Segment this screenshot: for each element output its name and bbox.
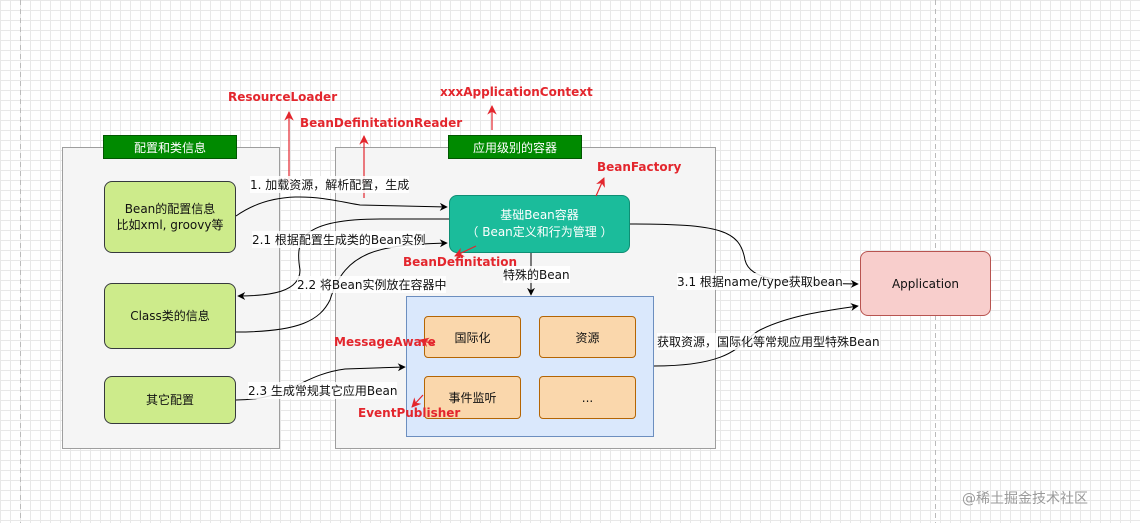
annotation-event-publisher: EventPublisher — [358, 406, 461, 420]
annotation-resource-loader: ResourceLoader — [228, 90, 338, 104]
arrow-bean-factory — [595, 177, 605, 197]
label-load-resource: 1. 加载资源，解析配置，生成 — [250, 176, 410, 193]
watermark: @稀土掘金技术社区 — [962, 491, 1088, 507]
label-gen-instance: 2.1 根据配置生成类的Bean实例 — [252, 231, 426, 248]
label-get-bean: 3.1 根据name/type获取bean — [677, 273, 843, 290]
annotation-message-aware: MessageAware — [334, 335, 436, 349]
connectors — [235, 105, 859, 408]
label-get-resource: 获取资源，国际化等常规应用型特殊Bean — [657, 333, 880, 350]
label-put-container: 2.2 将Bean实例放在容器中 — [297, 276, 447, 293]
edge-load-resource — [235, 196, 448, 217]
annotation-bean-definition: BeanDefinitation — [403, 255, 518, 269]
annotation-app-context: xxxApplicationContext — [440, 85, 593, 99]
annotation-definition-reader: BeanDefinitationReader — [300, 116, 463, 130]
label-gen-regular: 2.3 生成常规其它应用Bean — [248, 382, 398, 399]
annotation-bean-factory: BeanFactory — [597, 160, 682, 174]
